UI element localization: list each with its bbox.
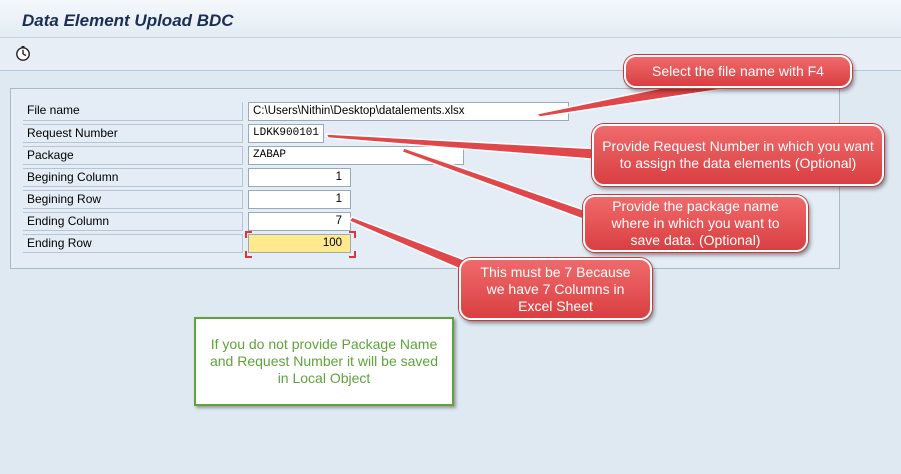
- columns-callout: This must be 7 Because we have 7 Columns…: [459, 258, 652, 320]
- package-callout: Provide the package name where in which …: [583, 195, 808, 252]
- request-number-callout: Provide Request Number in which you want…: [592, 124, 884, 186]
- file-name-callout: Select the file name with F4: [624, 55, 852, 88]
- package-callout-arrow: [401, 147, 597, 225]
- local-object-note: If you do not provide Package Name and R…: [194, 317, 454, 406]
- request-callout-arrow: [325, 133, 629, 163]
- column-callout-arrow: [348, 216, 477, 277]
